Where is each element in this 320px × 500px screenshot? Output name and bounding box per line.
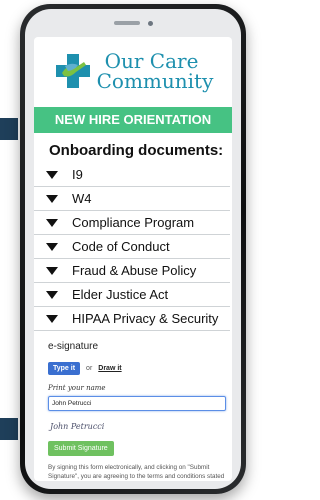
document-item-hipaa-privacy-security[interactable]: HIPAA Privacy & Security: [34, 307, 230, 331]
front-camera: [147, 20, 153, 26]
or-separator: or: [86, 365, 93, 372]
document-label: Code of Conduct: [72, 239, 170, 254]
signature-mode-row: Type it or Draw it: [34, 362, 232, 375]
document-label: Elder Justice Act: [72, 287, 169, 302]
onboarding-title: Onboarding documents:: [49, 142, 224, 159]
esignature-heading: e-signature: [48, 341, 99, 352]
print-name-label: Print your name: [48, 384, 106, 392]
signature-preview: John Petrucci: [50, 422, 105, 431]
app-screen: Our Care Community NEW HIRE ORIENTATION …: [34, 37, 232, 481]
expand-triangle-icon: [46, 170, 58, 179]
name-input-field[interactable]: John Petrucci: [48, 396, 226, 411]
document-label: HIPAA Privacy & Security: [72, 311, 219, 326]
brand-name-line1: Our Care: [104, 49, 199, 73]
document-item-code-of-conduct[interactable]: Code of Conduct: [34, 235, 230, 259]
expand-triangle-icon: [46, 266, 58, 275]
page-banner: NEW HIRE ORIENTATION: [34, 107, 232, 133]
phone-frame: Our Care Community NEW HIRE ORIENTATION …: [20, 4, 246, 494]
phone-bezel: Our Care Community NEW HIRE ORIENTATION …: [25, 9, 241, 489]
background-accent-bottom: [0, 418, 18, 440]
legal-disclaimer: By signing this form electronically, and…: [48, 464, 225, 480]
expand-triangle-icon: [46, 242, 58, 251]
background-accent-top: [0, 118, 18, 140]
phone-top-bar: [25, 9, 241, 37]
speaker-grille: [113, 21, 140, 25]
submit-signature-button[interactable]: Submit Signature: [48, 441, 114, 456]
document-label: W4: [72, 191, 92, 206]
document-item-w4[interactable]: W4: [34, 187, 230, 211]
onboarding-document-list: I9 W4 Compliance Program Code of Conduct…: [34, 163, 232, 331]
document-item-compliance-program[interactable]: Compliance Program: [34, 211, 230, 235]
document-item-fraud-abuse-policy[interactable]: Fraud & Abuse Policy: [34, 259, 230, 283]
expand-triangle-icon: [46, 218, 58, 227]
type-it-button[interactable]: Type it: [48, 362, 81, 375]
expand-triangle-icon: [46, 314, 58, 323]
expand-triangle-icon: [46, 194, 58, 203]
care-cross-icon: [55, 54, 90, 88]
document-label: Compliance Program: [72, 215, 195, 230]
document-item-elder-justice-act[interactable]: Elder Justice Act: [34, 283, 230, 307]
brand-name-line2: Community: [96, 69, 214, 93]
brand-logo: Our Care Community: [34, 41, 232, 101]
draw-it-link[interactable]: Draw it: [98, 365, 121, 372]
document-item-i9[interactable]: I9: [34, 163, 230, 187]
expand-triangle-icon: [46, 290, 58, 299]
document-label: Fraud & Abuse Policy: [72, 263, 197, 278]
document-label: I9: [72, 167, 83, 182]
